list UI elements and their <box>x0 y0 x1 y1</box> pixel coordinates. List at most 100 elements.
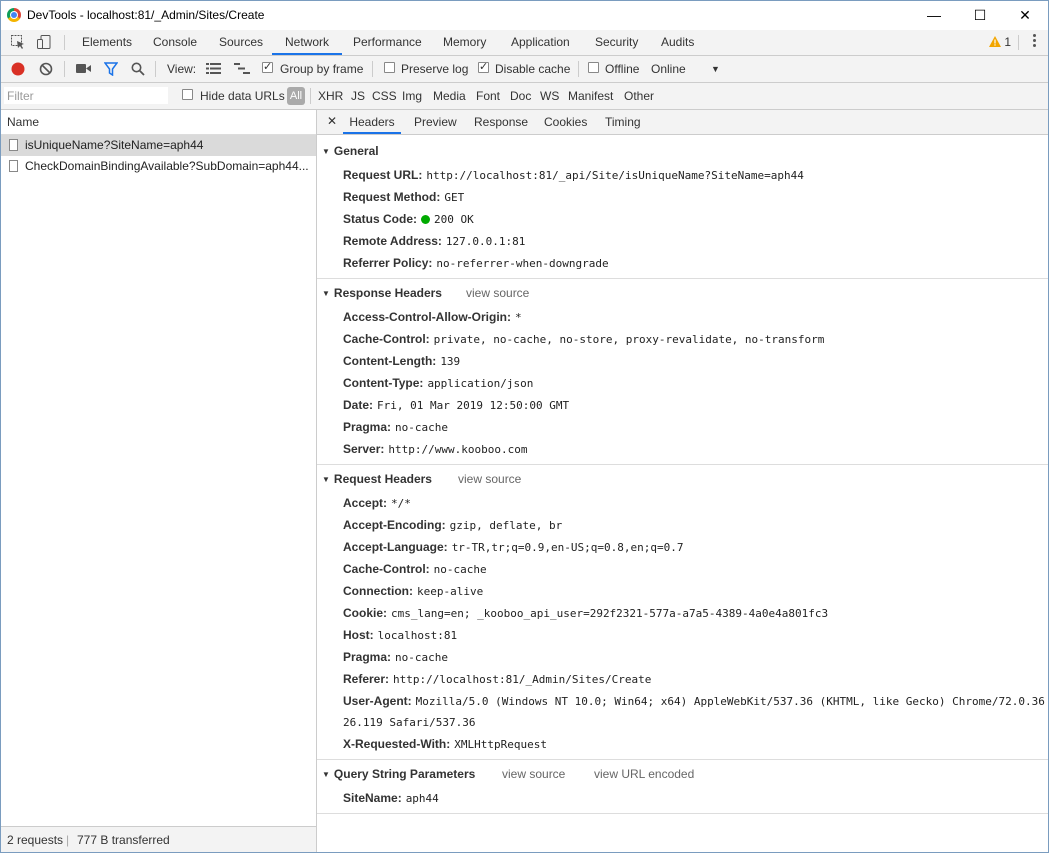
more-options-icon[interactable] <box>1033 34 1037 49</box>
transferred-size: 777 B transferred <box>77 833 170 847</box>
view-source-link[interactable]: view source <box>502 767 565 781</box>
header-value: */* <box>391 497 411 510</box>
header-key: Accept-Encoding: <box>343 518 446 532</box>
tab-audits[interactable]: Audits <box>661 30 694 55</box>
tab-preview[interactable]: Preview <box>414 110 457 134</box>
close-icon[interactable]: ✕ <box>327 114 337 128</box>
header-key: Cookie: <box>343 606 388 620</box>
header-value: 127.0.0.1:81 <box>445 235 526 248</box>
view-source-link[interactable]: view source <box>458 472 521 486</box>
maximize-button[interactable]: ☐ <box>957 1 1003 30</box>
toolbar-divider <box>64 61 65 77</box>
filter-xhr[interactable]: XHR <box>318 89 343 103</box>
header-row: Accept: */* <box>343 496 411 510</box>
header-value: cms_lang=en; _kooboo_api_user=292f2321-5… <box>391 607 829 620</box>
disable-cache-checkbox[interactable] <box>478 60 489 73</box>
tab-performance[interactable]: Performance <box>353 30 422 55</box>
hide-data-urls-label: Hide data URLs <box>200 89 285 103</box>
header-row: X-Requested-With: XMLHttpRequest <box>343 737 547 751</box>
filter-media[interactable]: Media <box>433 89 466 103</box>
tab-sources[interactable]: Sources <box>219 30 263 55</box>
large-rows-icon[interactable] <box>206 63 221 74</box>
request-row[interactable]: CheckDomainBindingAvailable?SubDomain=ap… <box>1 156 316 177</box>
clear-icon[interactable] <box>39 62 53 76</box>
name-column-header[interactable]: Name <box>1 110 316 135</box>
tab-security[interactable]: Security <box>595 30 638 55</box>
header-key: Status Code: <box>343 212 418 226</box>
filter-input[interactable] <box>4 87 168 104</box>
tab-elements[interactable]: Elements <box>82 30 132 55</box>
filter-css[interactable]: CSS <box>372 89 397 103</box>
filter-all-button[interactable]: All <box>287 87 305 105</box>
network-toolbar: View: Group by frame Preserve log Disabl… <box>1 56 1048 83</box>
tab-application[interactable]: Application <box>511 30 570 55</box>
waterfall-icon[interactable] <box>234 63 250 74</box>
tab-console[interactable]: Console <box>153 30 197 55</box>
window-title: DevTools - localhost:81/_Admin/Sites/Cre… <box>27 8 265 22</box>
tab-network[interactable]: Network <box>272 30 342 55</box>
query-string-section-header[interactable]: ▼ Query String Parameters <box>322 767 475 781</box>
header-key: Cache-Control: <box>343 562 430 576</box>
section-divider <box>317 464 1048 465</box>
request-row[interactable]: isUniqueName?SiteName=aph44 <box>1 135 316 156</box>
header-row: Accept-Language: tr-TR,tr;q=0.9,en-US;q=0… <box>343 540 683 554</box>
header-value: aph44 <box>405 792 439 805</box>
record-icon[interactable] <box>11 62 25 76</box>
general-section-header[interactable]: ▼ General <box>322 144 379 158</box>
request-list-panel: Name isUniqueName?SiteName=aph44 CheckDo… <box>1 110 317 852</box>
device-toolbar-icon[interactable] <box>36 34 52 50</box>
view-source-link[interactable]: view source <box>466 286 529 300</box>
filter-doc[interactable]: Doc <box>510 89 531 103</box>
section-divider <box>317 759 1048 760</box>
hide-data-urls-checkbox[interactable] <box>182 89 193 100</box>
preserve-log-checkbox[interactable] <box>384 62 395 73</box>
tab-cookies[interactable]: Cookies <box>544 110 587 134</box>
filter-ws[interactable]: WS <box>540 89 559 103</box>
header-key: Remote Address: <box>343 234 442 248</box>
header-row: Cache-Control: no-cache <box>343 562 487 576</box>
search-icon[interactable] <box>131 62 145 76</box>
tab-timing[interactable]: Timing <box>605 110 641 134</box>
group-by-frame-checkbox[interactable] <box>262 60 273 73</box>
header-key: Date: <box>343 398 374 412</box>
header-value: application/json <box>427 377 534 390</box>
header-value: localhost:81 <box>377 629 458 642</box>
header-value: Fri, 01 Mar 2019 12:50:00 GMT <box>377 399 570 412</box>
tab-memory[interactable]: Memory <box>443 30 486 55</box>
header-value: no-referrer-when-downgrade <box>436 257 609 270</box>
filter-icon[interactable] <box>104 62 118 76</box>
filter-img[interactable]: Img <box>402 89 422 103</box>
inspect-element-icon[interactable] <box>10 34 26 50</box>
filter-other[interactable]: Other <box>624 89 654 103</box>
filter-js[interactable]: JS <box>351 89 365 103</box>
header-value: gzip, deflate, br <box>449 519 563 532</box>
header-key: Request Method: <box>343 190 441 204</box>
offline-checkbox[interactable] <box>588 62 599 73</box>
section-divider <box>317 813 1048 814</box>
header-row: Content-Type: application/json <box>343 376 533 390</box>
chevron-down-icon[interactable]: ▼ <box>711 64 720 74</box>
throttling-select[interactable]: Online <box>651 62 686 76</box>
request-headers-section-header[interactable]: ▼ Request Headers <box>322 472 432 486</box>
header-key: Cache-Control: <box>343 332 430 346</box>
response-headers-section-header[interactable]: ▼ Response Headers <box>322 286 442 300</box>
tab-headers[interactable]: Headers <box>343 110 401 134</box>
close-window-button[interactable]: ✕ <box>1002 1 1048 30</box>
tab-response[interactable]: Response <box>474 110 528 134</box>
header-value: GET <box>444 191 465 204</box>
warning-counter[interactable]: 1 <box>988 35 1011 49</box>
main-tab-bar: Elements Console Sources Network Perform… <box>1 30 1048 56</box>
screenshot-capture-icon[interactable] <box>76 63 91 74</box>
header-row: Pragma: no-cache <box>343 420 448 434</box>
header-value: http://localhost:81/_api/Site/isUniqueNa… <box>426 169 804 182</box>
file-icon <box>9 160 18 172</box>
minimize-button[interactable]: — <box>911 1 957 30</box>
status-ok-dot-icon <box>421 215 431 224</box>
header-value: http://localhost:81/_Admin/Sites/Create <box>393 673 652 686</box>
filter-font[interactable]: Font <box>476 89 500 103</box>
header-value: XMLHttpRequest <box>454 738 547 751</box>
header-row: Date: Fri, 01 Mar 2019 12:50:00 GMT <box>343 398 569 412</box>
filter-manifest[interactable]: Manifest <box>568 89 613 103</box>
header-row: Request Method: GET <box>343 190 464 204</box>
view-url-encoded-link[interactable]: view URL encoded <box>594 767 694 781</box>
